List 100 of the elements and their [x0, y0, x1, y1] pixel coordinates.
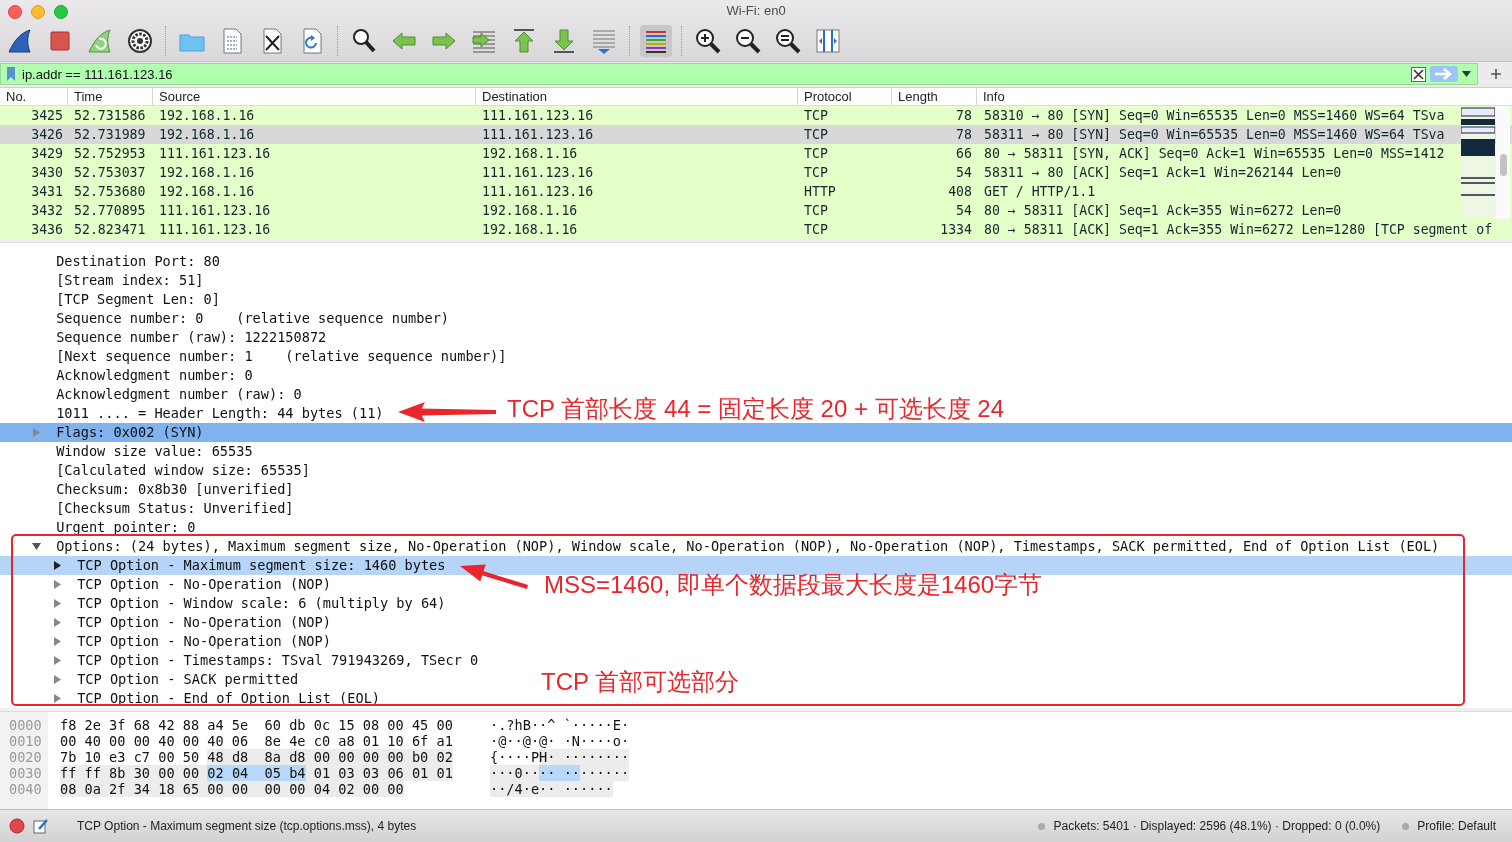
column-header[interactable]: Length: [891, 87, 976, 105]
tree-item[interactable]: Flags: 0x002 (SYN): [0, 422, 1512, 442]
column-header[interactable]: Destination: [475, 87, 797, 105]
hex-offset: 0040: [8, 780, 43, 797]
source-cell-text: 111.161.123.16: [158, 220, 272, 239]
time-cell-text: 52.753680: [73, 182, 147, 201]
expander-icon[interactable]: [53, 560, 62, 570]
length-cell-text: 78: [955, 125, 973, 144]
destination-cell-text: 192.168.1.16: [481, 220, 579, 239]
tree-item[interactable]: Sequence number: 0 (relative sequence number): [0, 308, 450, 328]
destination-cell-text: 111.161.123.16: [481, 182, 595, 201]
tree-item[interactable]: Acknowledgment number: 0: [0, 365, 253, 385]
tree-item[interactable]: [Stream index: 51]: [0, 270, 204, 290]
zoom-in-icon: [694, 26, 722, 55]
status-dot-icon: [1038, 822, 1046, 830]
toolbar-button[interactable]: [640, 24, 672, 57]
destination-cell-text: 111.161.123.16: [481, 163, 595, 182]
zoom-out-icon: [734, 26, 762, 55]
column-header[interactable]: No.: [0, 87, 67, 105]
protocol-cell-text: TCP: [803, 106, 829, 125]
scrollbar[interactable]: [1496, 105, 1510, 219]
packet-minimap[interactable]: [1461, 106, 1495, 218]
expert-info-icon[interactable]: [9, 818, 25, 835]
tree-item[interactable]: [Next sequence number: 1 (relative sequence number)]: [0, 346, 507, 366]
protocol-cell-text: HTTP: [803, 182, 837, 201]
protocol-cell-text: TCP: [803, 144, 829, 163]
clear-icon[interactable]: [1411, 66, 1426, 82]
hex-bytes: 00 40 00 00 40 00 40 06 8e 4e c0 a8 01 10 6f a1: [60, 732, 454, 749]
info-cell-text: 80 → 58311 [ACK] Seq=1 Ack=355 Win=6272 Len=0: [983, 201, 1343, 220]
tree-item[interactable]: [TCP Segment Len: 0]: [0, 289, 220, 309]
source-cell-text: 192.168.1.16: [158, 125, 256, 144]
tree-item[interactable]: TCP Option - No-Operation (NOP): [0, 631, 331, 651]
expander-icon[interactable]: [32, 541, 41, 551]
arrow: [460, 564, 528, 589]
info-cell-text: 58311 → 80 [ACK] Seq=1 Ack=1 Win=262144 Len=0: [983, 163, 1343, 182]
tree-item[interactable]: TCP Option - Window scale: 6 (multiply by 64): [0, 593, 446, 613]
tree-item[interactable]: TCP Option - No-Operation (NOP): [0, 612, 331, 632]
protocol-cell-text: TCP: [803, 125, 829, 144]
source-cell-text: 192.168.1.16: [158, 106, 256, 125]
info-cell-text: 58310 → 80 [SYN] Seq=0 Win=65535 Len=0 MSS=1460 WS=64 TSva: [983, 106, 1446, 125]
tree-item[interactable]: TCP Option - Timestamps: TSval 791943269, TSecr 0: [0, 650, 479, 670]
tree-item[interactable]: Destination Port: 80: [0, 251, 220, 271]
zoom-window-button[interactable]: [54, 5, 68, 19]
tree-item[interactable]: [Calculated window size: 65535]: [0, 460, 310, 480]
hex-bytes: 7b 10 e3 c7 00 50 48 d8 8a d8 00 00 00 00 b0 02: [60, 748, 454, 765]
info-cell-text: 58311 → 80 [SYN] Seq=0 Win=65535 Len=0 MSS=1460 WS=64 TSva: [983, 125, 1446, 144]
tree-item[interactable]: TCP Option - No-Operation (NOP): [0, 574, 331, 594]
column-header[interactable]: Protocol: [797, 87, 891, 105]
tree-item[interactable]: Sequence number (raw): 1222150872: [0, 327, 327, 347]
tree-item[interactable]: [Checksum Status: Unverified]: [0, 498, 294, 518]
bookmark-icon[interactable]: [6, 66, 16, 83]
tree-item[interactable]: Acknowledgment number (raw): 0: [0, 384, 302, 404]
search-icon: [350, 26, 378, 55]
hex-bytes: ff ff 8b 30 00 00 02 04 05 b4 01 03 03 06 01 01: [60, 764, 454, 781]
caret-icon[interactable]: [1462, 71, 1471, 78]
restart-fin-icon: [86, 26, 114, 55]
length-cell-text: 1334: [939, 220, 973, 239]
tree-item[interactable]: Urgent pointer: 0: [0, 517, 196, 537]
ascii-text: ·.?hB··^ `·····E·: [490, 716, 630, 733]
tree-item[interactable]: Options: (24 bytes), Maximum segment size, No-Operation (NOP), Window scale, No-Operation (NOP), No-Operation (NOP), Timestamps, SACK permitted, End of Option List (EOL): [0, 536, 1440, 556]
number-cell-text: 3425: [30, 106, 64, 125]
time-cell-text: 52.731989: [73, 125, 147, 144]
length-cell-text: 78: [955, 106, 973, 125]
length-cell-text: 54: [955, 163, 973, 182]
ascii-text: {····PH· ········: [490, 748, 630, 765]
protocol-cell-text: TCP: [803, 220, 829, 239]
source-cell-text: 111.161.123.16: [158, 144, 272, 163]
info-cell-text: 80 → 58311 [ACK] Seq=1 Ack=355 Win=6272 Len=1280 [TCP segment of: [983, 220, 1494, 239]
column-header[interactable]: Info: [976, 87, 1512, 105]
info-cell-text: GET / HTTP/1.1: [983, 182, 1097, 201]
add-icon[interactable]: [1490, 68, 1502, 81]
destination-cell-text: 111.161.123.16: [481, 125, 595, 144]
tree-item[interactable]: 1011 .... = Header Length: 44 bytes (11): [0, 403, 384, 423]
info-cell-text: 80 → 58311 [SYN, ACK] Seq=0 Ack=1 Win=65535 Len=0 MSS=1412: [983, 144, 1446, 163]
time-cell-text: 52.731586: [73, 106, 147, 125]
columns-icon: [814, 26, 842, 55]
tree-item[interactable]: TCP Option - SACK permitted: [0, 669, 299, 689]
protocol-cell-text: TCP: [803, 201, 829, 220]
column-header[interactable]: Time: [67, 87, 152, 105]
number-cell-text: 3431: [30, 182, 64, 201]
shark-fin-icon: [6, 26, 34, 55]
time-cell-text: 52.823471: [73, 220, 147, 239]
edit-note-icon[interactable]: [33, 818, 49, 835]
profile-label[interactable]: Profile: Default: [1417, 819, 1496, 834]
close-window-button[interactable]: [8, 5, 22, 19]
source-cell-text: 192.168.1.16: [158, 182, 256, 201]
display-filter-field[interactable]: ip.addr == 111.161.123.16: [0, 63, 1478, 86]
destination-cell-text: 111.161.123.16: [481, 106, 595, 125]
source-cell-text: 192.168.1.16: [158, 163, 256, 182]
tree-item[interactable]: Checksum: 0x8b30 [unverified]: [0, 479, 294, 499]
tree-item[interactable]: Window size value: 65535: [0, 441, 253, 461]
window-title: Wi-Fi: en0: [726, 2, 786, 18]
status-dot-icon: [1402, 822, 1410, 830]
hex-offset: 0030: [8, 764, 43, 781]
tree-item[interactable]: TCP Option - End of Option List (EOL): [0, 688, 380, 708]
column-header[interactable]: Source: [152, 87, 475, 105]
number-cell-text: 3430: [30, 163, 64, 182]
destination-cell-text: 192.168.1.16: [481, 201, 579, 220]
ascii-text: ·@··@·@· ·N····o·: [490, 732, 630, 749]
hex-offset: 0010: [8, 732, 43, 749]
